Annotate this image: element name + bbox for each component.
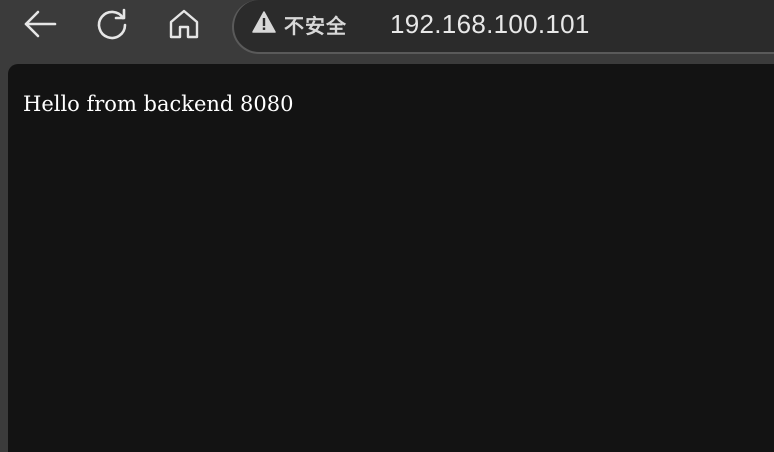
url-text[interactable]: 192.168.100.101 [390,9,590,40]
back-button[interactable] [20,4,60,44]
reload-button[interactable] [92,4,132,44]
reload-icon [94,6,130,42]
page-viewport: Hello from backend 8080 [8,64,774,452]
browser-window: 不安全 192.168.100.101 Hello from backend 8… [0,0,774,452]
security-indicator[interactable]: 不安全 [252,10,347,38]
home-icon [167,7,201,41]
home-button[interactable] [164,4,204,44]
arrow-left-icon [22,8,58,40]
browser-toolbar: 不安全 192.168.100.101 [0,0,774,54]
security-label: 不安全 [284,13,347,38]
warning-triangle-icon [252,11,276,37]
address-bar[interactable]: 不安全 192.168.100.101 [232,0,774,54]
page-body-text: Hello from backend 8080 [23,92,294,116]
